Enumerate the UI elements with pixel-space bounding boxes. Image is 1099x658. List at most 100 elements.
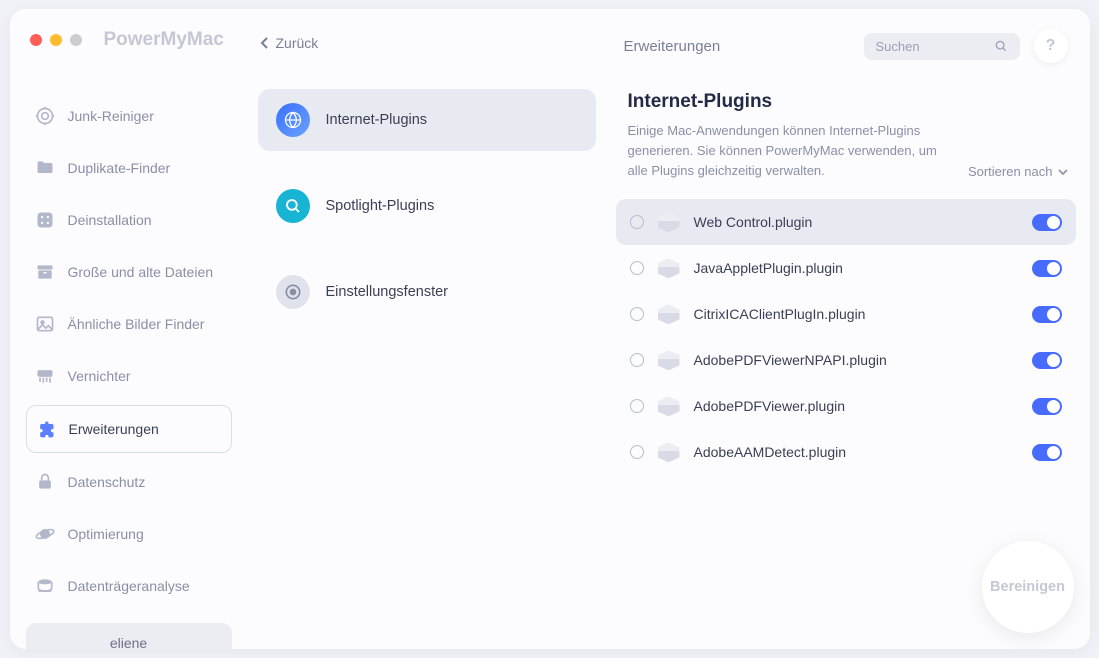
sidebar-item-junk-cleaner[interactable]: Junk-Reiniger [26,93,232,139]
plugin-radio[interactable] [630,399,644,413]
globe-icon [276,103,310,137]
nav-list: Junk-Reiniger Duplikate-Finder Deinstall… [10,93,248,609]
plugin-toggle[interactable] [1032,306,1062,323]
sidebar-item-shredder[interactable]: Vernichter [26,353,232,399]
category-item-label: Spotlight-Plugins [326,198,435,214]
plugin-toggle[interactable] [1032,352,1062,369]
plugin-radio[interactable] [630,307,644,321]
plugin-icon [658,350,680,370]
archive-icon [34,261,56,283]
puzzle-icon [35,418,57,440]
plugin-row[interactable]: JavaAppletPlugin.plugin [616,245,1076,291]
search-input[interactable] [876,39,986,54]
page-description: Einige Mac-Anwendungen können Internet-P… [628,121,956,181]
back-button[interactable]: Zurück [252,29,606,57]
plugin-radio[interactable] [630,215,644,229]
lock-icon [34,471,56,493]
plugin-row[interactable]: AdobePDFViewerNPAPI.plugin [616,337,1076,383]
sidebar-item-duplicate-finder[interactable]: Duplikate-Finder [26,145,232,191]
content-header: Internet-Plugins Einige Mac-Anwendungen … [606,63,1090,191]
plugin-name-label: CitrixICAClientPlugIn.plugin [694,306,1018,322]
user-name-label: eliene [110,635,147,649]
main-panel: Erweiterungen ? Internet-Plugins Einige … [606,9,1090,649]
search-box[interactable] [864,33,1020,60]
user-account-button[interactable]: eliene [26,623,232,649]
plugin-name-label: JavaAppletPlugin.plugin [694,260,1018,276]
folder-icon [34,157,56,179]
shredder-icon [34,365,56,387]
magnifier-icon [276,189,310,223]
category-preference-panes[interactable]: Einstellungsfenster [258,261,596,323]
plugin-name-label: AdobePDFViewer.plugin [694,398,1018,414]
sidebar-item-extensions[interactable]: Erweiterungen [26,405,232,453]
plugin-toggle[interactable] [1032,398,1062,415]
plugin-toggle[interactable] [1032,444,1062,461]
drive-icon [34,575,56,597]
back-label: Zurück [276,35,319,51]
help-label: ? [1046,37,1056,55]
category-spotlight-plugins[interactable]: Spotlight-Plugins [258,175,596,237]
target-icon [34,105,56,127]
close-window-button[interactable] [30,34,42,46]
sidebar-item-similar-images[interactable]: Ähnliche Bilder Finder [26,301,232,347]
sidebar-item-label: Große und alte Dateien [68,264,214,280]
sidebar-item-label: Datenträgeranalyse [68,578,190,594]
plugin-name-label: AdobePDFViewerNPAPI.plugin [694,352,1018,368]
sidebar-item-label: Datenschutz [68,474,146,490]
plugin-radio[interactable] [630,353,644,367]
category-item-label: Einstellungsfenster [326,284,449,300]
sidebar-item-label: Ähnliche Bilder Finder [68,316,205,332]
image-icon [34,313,56,335]
sidebar-item-large-old-files[interactable]: Große und alte Dateien [26,249,232,295]
category-panel: Zurück Internet-Plugins Spotlight-Plugin… [248,9,606,649]
plugin-row[interactable]: AdobePDFViewer.plugin [616,383,1076,429]
plugin-radio[interactable] [630,261,644,275]
sidebar-item-uninstaller[interactable]: Deinstallation [26,197,232,243]
minimize-window-button[interactable] [50,34,62,46]
gear-icon [276,275,310,309]
help-button[interactable]: ? [1034,29,1068,63]
sidebar-item-label: Erweiterungen [69,421,159,437]
plugin-icon [658,304,680,324]
chevron-left-icon [260,37,270,49]
sidebar-item-label: Vernichter [68,368,131,384]
plugin-toggle[interactable] [1032,214,1062,231]
app-grid-icon [34,209,56,231]
chevron-down-icon [1058,168,1068,176]
search-icon [994,39,1008,53]
plugin-radio[interactable] [630,445,644,459]
zoom-window-button[interactable] [70,34,82,46]
window-controls: PowerMyMac [10,29,248,51]
sidebar: PowerMyMac Junk-Reiniger Duplikate-Finde… [10,9,248,649]
plugin-row[interactable]: Web Control.plugin [616,199,1076,245]
sidebar-item-optimization[interactable]: Optimierung [26,511,232,557]
section-title: Erweiterungen [624,38,850,55]
plugin-icon [658,396,680,416]
plugin-row[interactable]: AdobeAAMDetect.plugin [616,429,1076,475]
plugin-row[interactable]: CitrixICAClientPlugIn.plugin [616,291,1076,337]
category-item-label: Internet-Plugins [326,112,428,128]
top-bar: Erweiterungen ? [606,29,1090,63]
sidebar-item-label: Deinstallation [68,212,152,228]
sidebar-item-disk-analysis[interactable]: Datenträgeranalyse [26,563,232,609]
plugin-toggle[interactable] [1032,260,1062,277]
plugin-icon [658,212,680,232]
plugin-icon [658,258,680,278]
clean-button-label: Bereinigen [990,579,1065,595]
app-window: PowerMyMac Junk-Reiniger Duplikate-Finde… [10,9,1090,649]
sidebar-item-label: Optimierung [68,526,144,542]
app-title: PowerMyMac [104,29,224,51]
plugin-name-label: Web Control.plugin [694,214,1018,230]
category-list: Internet-Plugins Spotlight-Plugins Einst… [248,89,606,323]
clean-button[interactable]: Bereinigen [982,541,1074,633]
sidebar-item-privacy[interactable]: Datenschutz [26,459,232,505]
page-title: Internet-Plugins [628,91,1068,113]
plugin-icon [658,442,680,462]
sort-by-button[interactable]: Sortieren nach [968,164,1068,179]
plugin-name-label: AdobeAAMDetect.plugin [694,444,1018,460]
sidebar-item-label: Junk-Reiniger [68,108,154,124]
plugin-list: Web Control.plugin JavaAppletPlugin.plug… [606,191,1090,475]
sort-by-label: Sortieren nach [968,164,1053,179]
category-internet-plugins[interactable]: Internet-Plugins [258,89,596,151]
sidebar-item-label: Duplikate-Finder [68,160,171,176]
